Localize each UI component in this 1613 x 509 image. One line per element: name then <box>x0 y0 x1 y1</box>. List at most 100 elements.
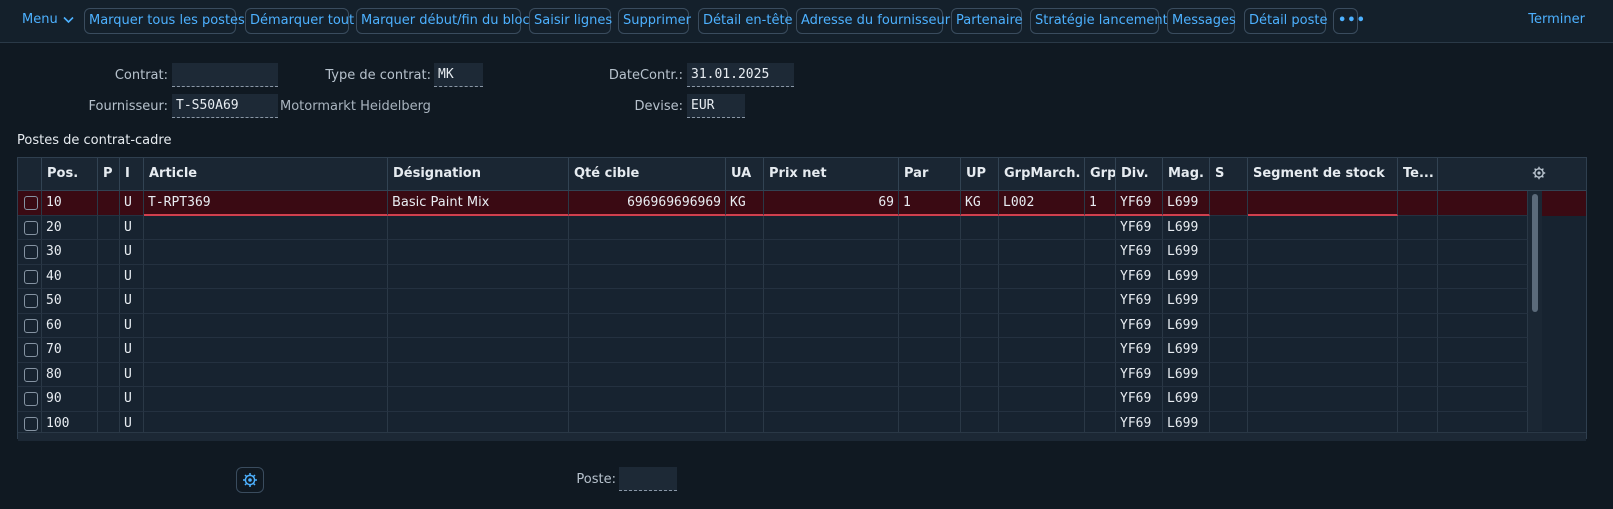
cell-div[interactable]: YF69 <box>1116 191 1163 216</box>
cell-ua[interactable] <box>726 289 764 314</box>
table-row[interactable]: 50 U YF69 L699 <box>18 289 1586 314</box>
cell-up[interactable] <box>961 289 999 314</box>
cell-div[interactable]: YF69 <box>1116 362 1163 387</box>
cell-matgrp[interactable]: L002 <box>999 191 1085 216</box>
cell-grp[interactable] <box>1085 362 1116 387</box>
gear-icon[interactable] <box>1532 166 1546 180</box>
finish-button[interactable]: Terminer <box>1528 12 1585 27</box>
vertical-scrollbar[interactable] <box>1528 191 1542 431</box>
row-checkbox[interactable] <box>24 245 38 259</box>
cell-grp[interactable] <box>1085 240 1116 265</box>
vendor-address-button[interactable]: Adresse du fournisseur <box>796 8 950 34</box>
table-row[interactable]: 90 U YF69 L699 <box>18 387 1586 412</box>
cell-article[interactable] <box>144 240 388 265</box>
cell-grp[interactable]: 1 <box>1085 191 1116 216</box>
column-header-material-group[interactable]: GrpMarch. <box>999 158 1085 190</box>
table-row[interactable]: 10 U T-RPT369 Basic Paint Mix 696969696969 KG… <box>18 191 1586 216</box>
cell-up[interactable] <box>961 215 999 240</box>
row-checkbox[interactable] <box>24 220 38 235</box>
cell-grp[interactable] <box>1085 313 1116 338</box>
table-row[interactable]: 60 U YF69 L699 <box>18 313 1586 338</box>
cell-qty[interactable] <box>569 264 726 289</box>
cell-ua[interactable] <box>726 215 764 240</box>
cell-per[interactable] <box>899 387 961 412</box>
contract-date-field[interactable]: 31.01.2025 <box>687 63 794 87</box>
cell-price[interactable] <box>764 289 899 314</box>
vendor-field[interactable]: T-S50A69 <box>172 94 278 118</box>
cell-article[interactable]: T-RPT369 <box>144 191 388 216</box>
cell-up[interactable] <box>961 338 999 363</box>
cell-matgrp[interactable] <box>999 289 1085 314</box>
cell-matgrp[interactable] <box>999 240 1085 265</box>
cell-article[interactable] <box>144 387 388 412</box>
cell-mag[interactable]: L699 <box>1163 338 1210 363</box>
cell-matgrp[interactable] <box>999 215 1085 240</box>
cell-per[interactable] <box>899 240 961 265</box>
cell-designation[interactable] <box>388 215 569 240</box>
cell-price[interactable]: 69 <box>764 191 899 216</box>
cell-matgrp[interactable] <box>999 338 1085 363</box>
cell-grp[interactable] <box>1085 338 1116 363</box>
select-all-column[interactable] <box>18 158 42 190</box>
column-header-pos[interactable]: Pos. <box>42 158 98 190</box>
cell-price[interactable] <box>764 264 899 289</box>
mark-all-items-button[interactable]: Marquer tous les postes <box>84 8 245 34</box>
item-detail-button[interactable]: Détail poste <box>1244 8 1328 34</box>
cell-ua[interactable] <box>726 338 764 363</box>
cell-segment[interactable] <box>1248 362 1398 387</box>
cell-ua[interactable] <box>726 264 764 289</box>
cell-div[interactable]: YF69 <box>1116 387 1163 412</box>
cell-mag[interactable]: L699 <box>1163 289 1210 314</box>
cell-price[interactable] <box>764 338 899 363</box>
row-select-cell[interactable] <box>18 362 42 387</box>
cell-article[interactable] <box>144 264 388 289</box>
header-detail-button[interactable]: Détail en-tête <box>698 8 793 34</box>
cell-up[interactable] <box>961 313 999 338</box>
cell-ua[interactable] <box>726 362 764 387</box>
cell-mag[interactable]: L699 <box>1163 362 1210 387</box>
cell-ua[interactable] <box>726 387 764 412</box>
cell-designation[interactable] <box>388 313 569 338</box>
column-header-stock-segment[interactable]: Segment de stock <box>1248 158 1398 190</box>
cell-segment[interactable] <box>1248 289 1398 314</box>
cell-qty[interactable] <box>569 289 726 314</box>
row-checkbox[interactable] <box>24 269 38 284</box>
messages-button[interactable]: Messages <box>1167 8 1236 34</box>
cell-designation[interactable]: Basic Paint Mix <box>388 191 569 216</box>
cell-qty[interactable] <box>569 338 726 363</box>
table-row[interactable]: 30 U YF69 L699 <box>18 240 1586 265</box>
cell-mag[interactable]: L699 <box>1163 240 1210 265</box>
row-checkbox[interactable] <box>24 367 38 382</box>
row-select-cell[interactable] <box>18 387 42 412</box>
cell-up[interactable]: KG <box>961 191 999 216</box>
column-header-i[interactable]: I <box>120 158 144 190</box>
unmark-all-button[interactable]: Démarquer tout <box>245 8 354 34</box>
contract-type-field[interactable]: MK <box>434 63 483 87</box>
cell-segment[interactable] <box>1248 240 1398 265</box>
table-row[interactable]: 40 U YF69 L699 <box>18 264 1586 289</box>
column-header-group[interactable]: Grpe <box>1085 158 1116 190</box>
column-header-net-price[interactable]: Prix net <box>764 158 899 190</box>
cell-matgrp[interactable] <box>999 362 1085 387</box>
cell-up[interactable] <box>961 387 999 412</box>
table-row[interactable]: 20 U YF69 L699 <box>18 215 1586 240</box>
cell-qty[interactable] <box>569 387 726 412</box>
row-select-cell[interactable] <box>18 313 42 338</box>
cell-qty[interactable] <box>569 362 726 387</box>
menu-button[interactable]: Menu <box>22 12 74 27</box>
cell-grp[interactable] <box>1085 387 1116 412</box>
enter-lines-button[interactable]: Saisir lignes <box>529 8 612 34</box>
cell-designation[interactable] <box>388 264 569 289</box>
cell-price[interactable] <box>764 313 899 338</box>
column-header-per[interactable]: Par <box>899 158 961 190</box>
cell-segment[interactable] <box>1248 387 1398 412</box>
cell-up[interactable] <box>961 264 999 289</box>
cell-article[interactable] <box>144 289 388 314</box>
cell-per[interactable] <box>899 215 961 240</box>
cell-price[interactable] <box>764 387 899 412</box>
release-strategy-button[interactable]: Stratégie lancement <box>1030 8 1168 34</box>
row-checkbox[interactable] <box>24 294 38 308</box>
cell-designation[interactable] <box>388 387 569 412</box>
currency-field[interactable]: EUR <box>687 94 745 118</box>
cell-ua[interactable]: KG <box>726 191 764 216</box>
